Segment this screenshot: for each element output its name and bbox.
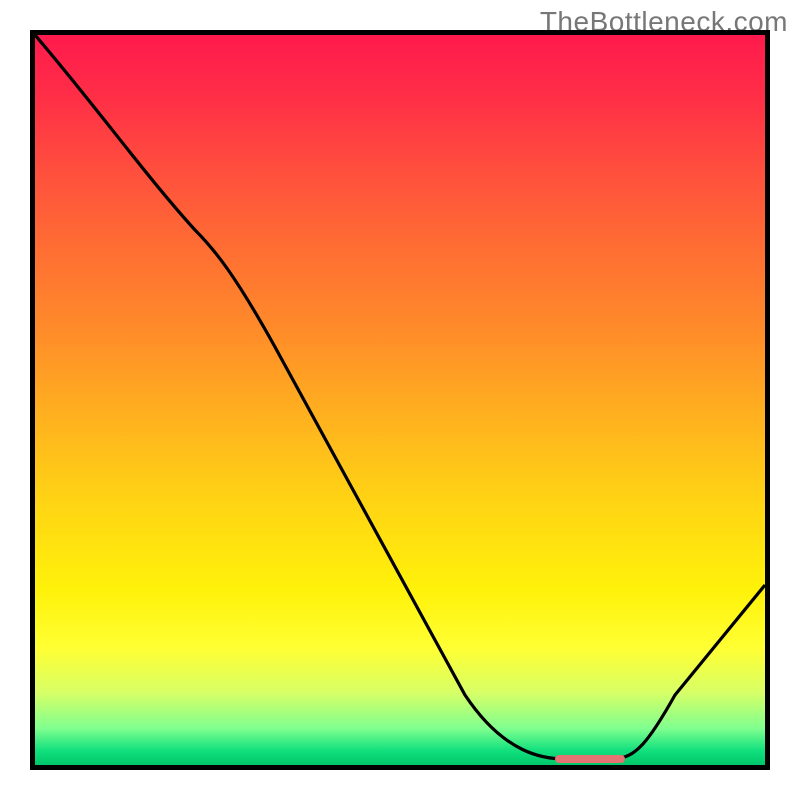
curve-overlay: [35, 35, 765, 765]
chart-canvas: TheBottleneck.com: [0, 0, 800, 800]
bottleneck-curve-path: [35, 35, 765, 759]
optimal-range-marker: [555, 755, 625, 763]
plot-frame: [30, 30, 770, 770]
